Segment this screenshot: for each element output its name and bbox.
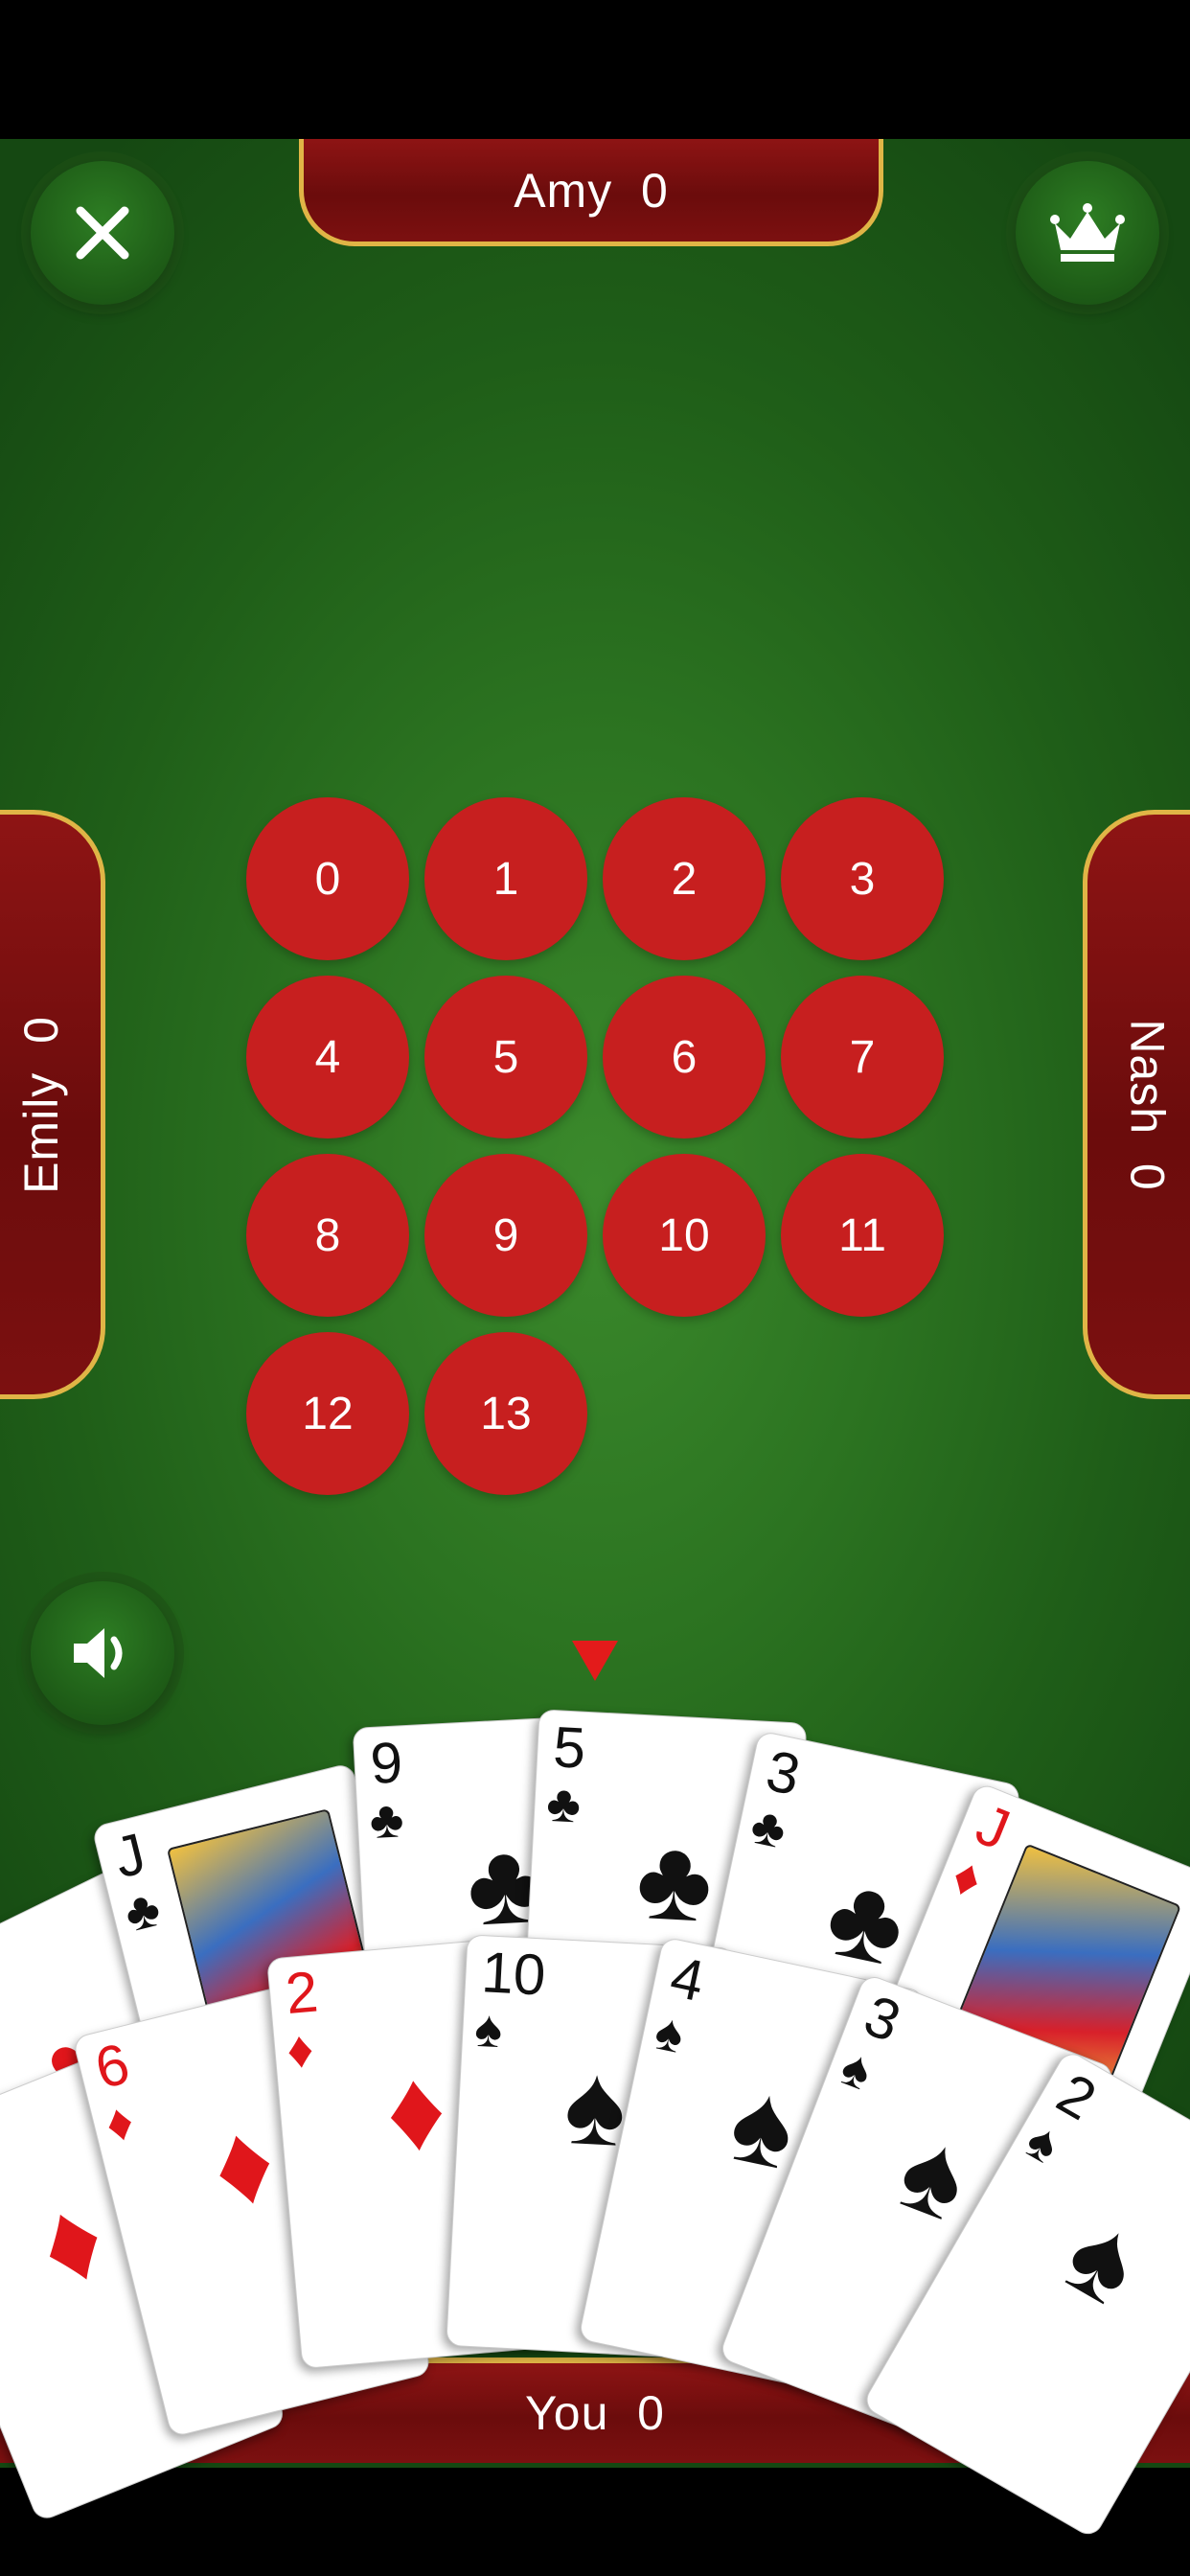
card-suit-small: ♠ xyxy=(833,2037,880,2102)
close-button[interactable] xyxy=(31,161,174,305)
player-score-left: 0 xyxy=(13,1015,68,1044)
card-suit-small: ♠ xyxy=(650,2002,690,2065)
sound-toggle-button[interactable] xyxy=(31,1581,174,1725)
game-screen: Amy 0 Emily 0 Nash 0 0 1 2 3 4 5 6 7 8 9 10 11 12 13 … xyxy=(0,0,1190,2576)
bid-button-0[interactable]: 0 xyxy=(246,797,409,960)
bid-button-6[interactable]: 6 xyxy=(603,976,766,1138)
card-rank: J xyxy=(107,1821,152,1891)
card-suit-small: ♦ xyxy=(284,2020,316,2081)
player-name-left: Emily xyxy=(13,1071,68,1194)
card-suit-pip: ♣ xyxy=(815,1850,917,1991)
bid-button-11[interactable]: 11 xyxy=(781,1154,944,1317)
player-panel-left: Emily 0 xyxy=(0,810,105,1399)
player-score-top: 0 xyxy=(640,163,669,218)
card-suit-small: ♦ xyxy=(944,1846,991,1910)
card-suit-pip: ♣ xyxy=(633,1813,716,1946)
card-suit-small: ♣ xyxy=(544,1774,583,1834)
bid-button-1[interactable]: 1 xyxy=(424,797,587,960)
card-rank: 9 xyxy=(368,1730,404,1796)
card-rank: 4 xyxy=(665,1944,710,2014)
card-rank: 5 xyxy=(551,1714,587,1781)
player-panel-right: Nash 0 xyxy=(1083,810,1190,1399)
card-suit-small: ♣ xyxy=(745,1796,791,1860)
crown-icon xyxy=(1050,203,1125,262)
card-rank: 2 xyxy=(283,1959,321,2027)
bid-button-8[interactable]: 8 xyxy=(246,1154,409,1317)
card-suit-small: ♣ xyxy=(119,1878,167,1944)
bid-button-3[interactable]: 3 xyxy=(781,797,944,960)
player-panel-top: Amy 0 xyxy=(299,139,883,246)
card-suit-pip: ♦ xyxy=(198,2094,287,2234)
card-suit-pip: ♦ xyxy=(380,2043,451,2177)
bid-button-2[interactable]: 2 xyxy=(603,797,766,960)
bid-button-7[interactable]: 7 xyxy=(781,976,944,1138)
card-suit-pip: ♠ xyxy=(1044,2188,1163,2331)
player-name-top: Amy xyxy=(514,163,613,218)
turn-indicator xyxy=(572,1641,618,1681)
speaker-icon xyxy=(74,1628,123,1678)
bid-button-10[interactable]: 10 xyxy=(603,1154,766,1317)
bid-button-9[interactable]: 9 xyxy=(424,1154,587,1317)
bid-button-12[interactable]: 12 xyxy=(246,1332,409,1495)
bid-button-4[interactable]: 4 xyxy=(246,976,409,1138)
player-score-bottom: 0 xyxy=(637,2386,665,2440)
player-score-right: 0 xyxy=(1120,1162,1175,1191)
card-suit-small: ♠ xyxy=(1017,2110,1069,2175)
card-rank: 3 xyxy=(761,1737,806,1808)
bid-button-13[interactable]: 13 xyxy=(424,1332,587,1495)
card-suit-small: ♠ xyxy=(472,1999,504,2059)
leaderboard-button[interactable] xyxy=(1016,161,1159,305)
card-suit-small: ♦ xyxy=(100,2091,140,2154)
close-icon xyxy=(76,206,129,260)
card-rank: 10 xyxy=(479,1940,548,2008)
card-suit-small: ♣ xyxy=(368,1790,405,1851)
card-suit-pip: ♦ xyxy=(19,2171,123,2312)
player-name-right: Nash xyxy=(1120,1018,1175,1135)
player-name-bottom: You xyxy=(525,2386,609,2440)
card-rank: 6 xyxy=(88,2031,136,2102)
bid-button-5[interactable]: 5 xyxy=(424,976,587,1138)
